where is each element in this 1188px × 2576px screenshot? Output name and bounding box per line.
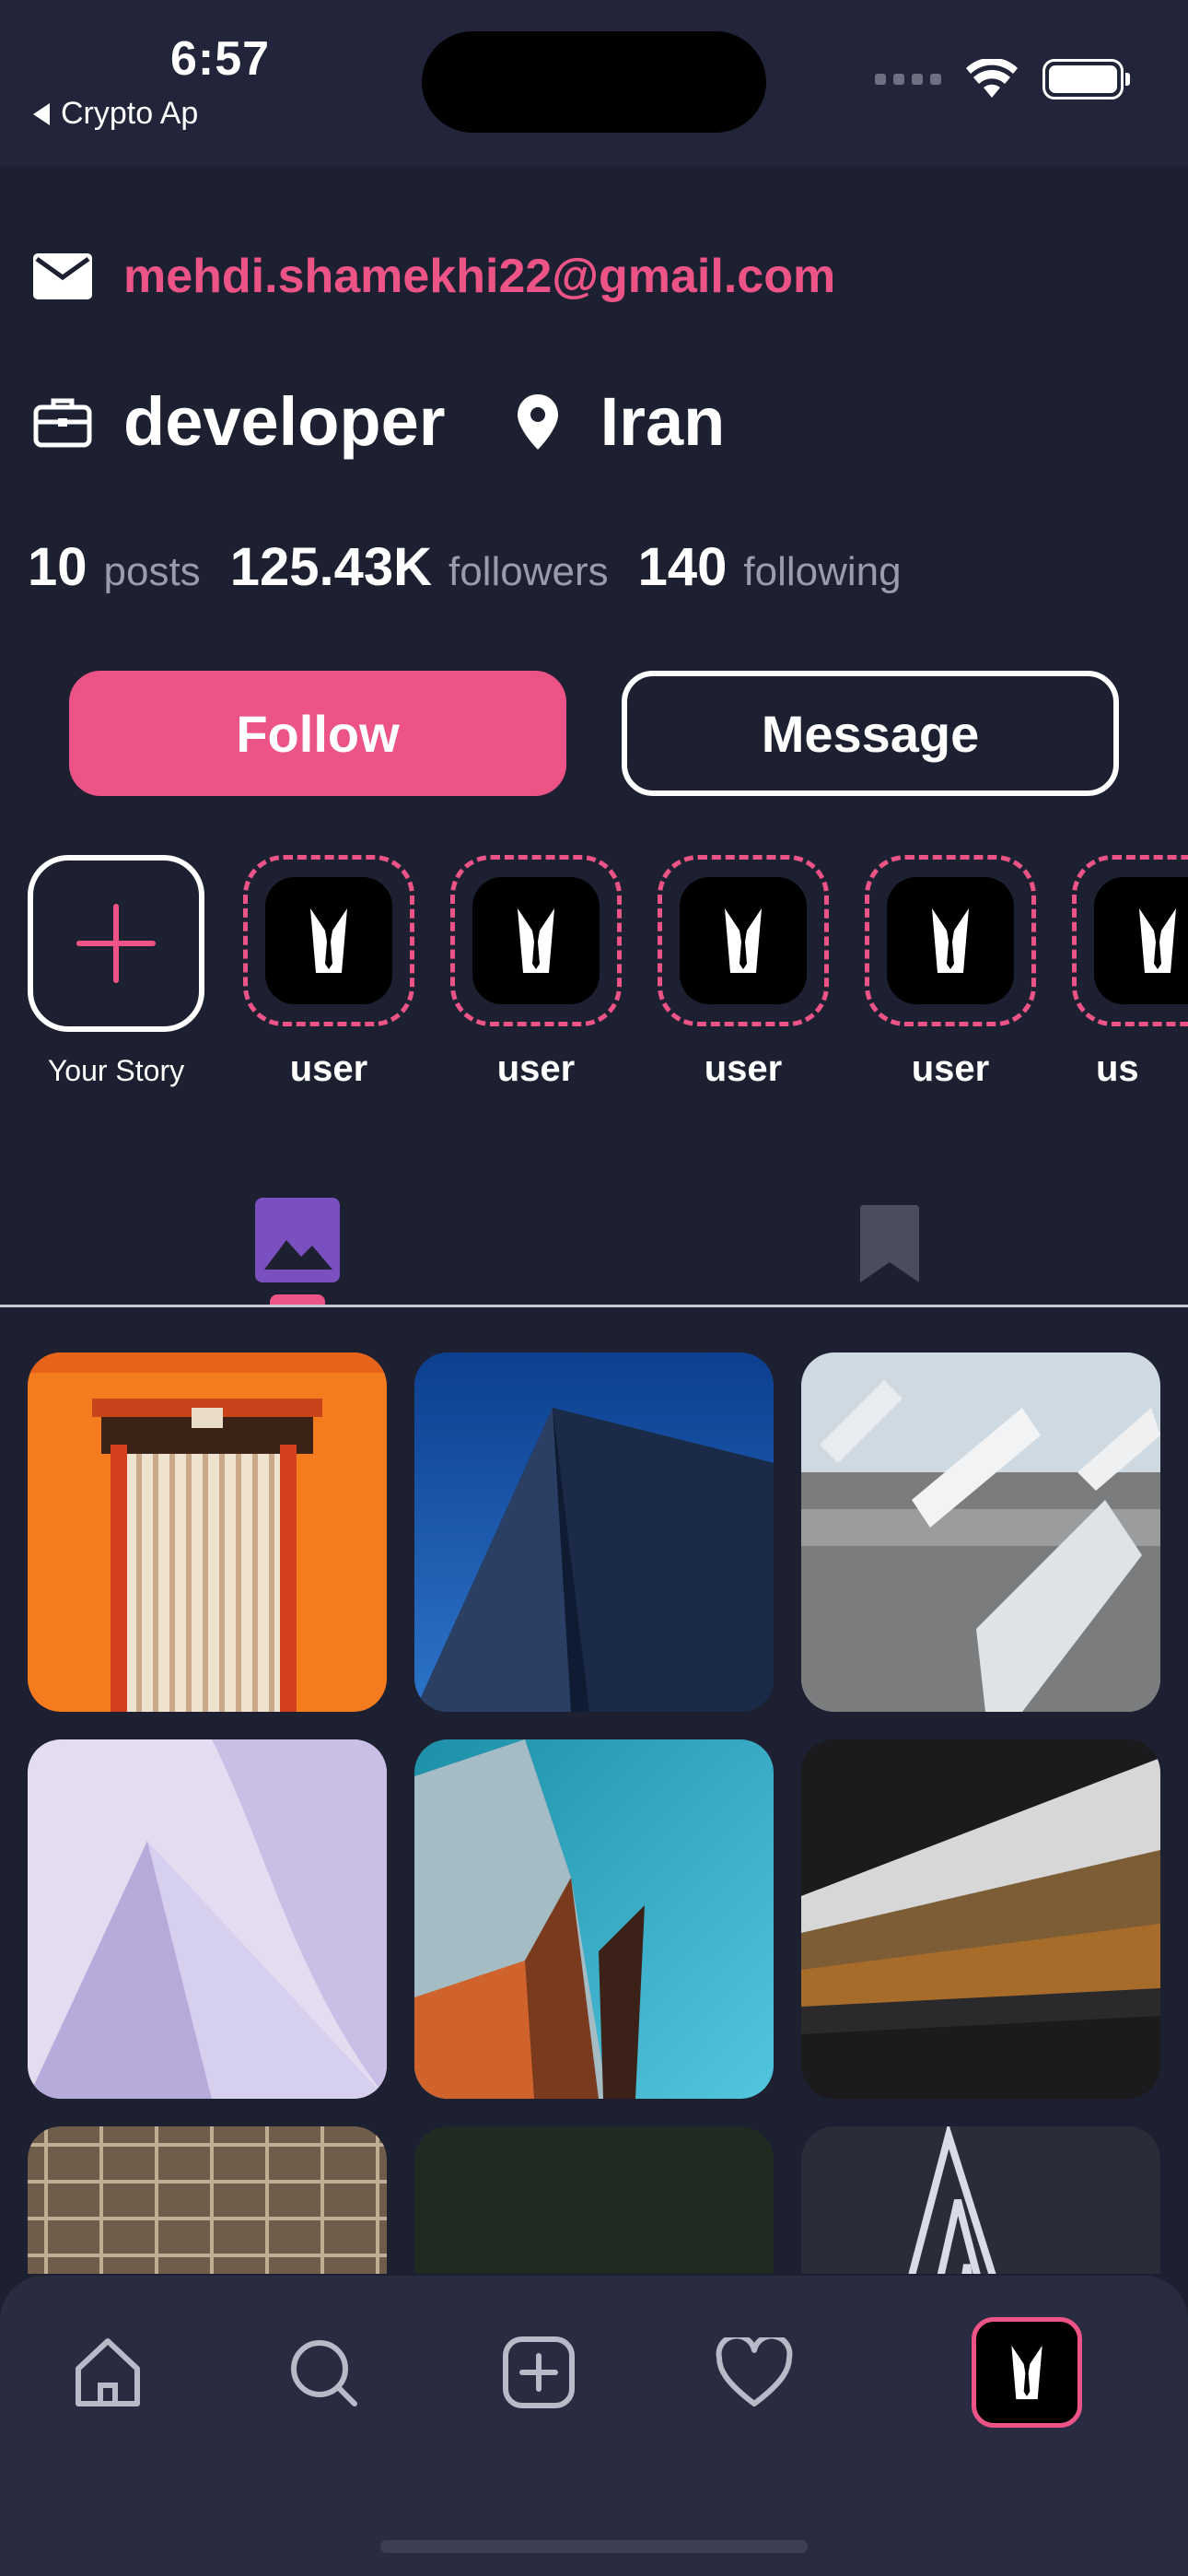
post-thumbnail[interactable] — [414, 1352, 774, 1712]
post-thumbnail[interactable] — [28, 1352, 387, 1712]
following-count[interactable]: 140 — [638, 536, 728, 598]
story-username: user — [911, 1048, 990, 1089]
back-to-app-link[interactable]: Crypto Ap — [33, 96, 198, 132]
story-item[interactable]: user — [863, 855, 1038, 1090]
status-time: 6:57 — [170, 32, 271, 86]
followers-label[interactable]: followers — [448, 549, 609, 595]
add-post-icon[interactable] — [497, 2331, 580, 2414]
tuxedo-avatar-icon — [472, 877, 600, 1004]
post-thumbnail[interactable] — [28, 1739, 387, 2099]
stories-row: Your Story user user user user us — [0, 855, 1188, 1095]
tuxedo-avatar-icon — [1011, 2345, 1042, 2400]
post-thumbnail[interactable] — [414, 1739, 774, 2099]
story-username: user — [704, 1048, 783, 1089]
post-thumbnail[interactable] — [801, 2126, 1160, 2274]
story-username: us — [1096, 1048, 1139, 1089]
status-icons — [875, 59, 1130, 100]
post-thumbnail[interactable] — [414, 2126, 774, 2274]
posts-count: 10 — [28, 537, 87, 597]
search-icon[interactable] — [282, 2331, 365, 2414]
home-icon[interactable] — [66, 2331, 149, 2414]
profile-stats: 10 posts 125.43K followers 140 following — [28, 536, 931, 598]
location-pin-icon — [517, 393, 558, 450]
post-thumbnail[interactable] — [801, 1739, 1160, 2099]
briefcase-icon — [33, 398, 92, 447]
your-story-label: Your Story — [47, 1054, 185, 1087]
status-bar: 6:57 Crypto Ap — [0, 0, 1188, 166]
home-indicator — [380, 2540, 808, 2553]
story-ring — [1072, 855, 1188, 1026]
story-ring — [450, 855, 622, 1026]
battery-icon — [1042, 59, 1130, 100]
story-item[interactable]: user — [656, 855, 831, 1090]
job-title: developer — [123, 383, 446, 460]
tuxedo-avatar-icon — [887, 877, 1014, 1004]
mail-icon — [33, 253, 92, 299]
follow-button[interactable]: Follow — [69, 671, 566, 796]
followers-count[interactable]: 125.43K — [230, 536, 432, 598]
dynamic-island — [422, 31, 766, 133]
email-link[interactable]: mehdi.shamekhi22@gmail.com — [123, 249, 835, 304]
following-label[interactable]: following — [743, 549, 901, 595]
story-ring — [658, 855, 829, 1026]
post-thumbnail[interactable] — [801, 1352, 1160, 1712]
back-arrow-icon — [33, 102, 50, 125]
tuxedo-avatar-icon — [680, 877, 807, 1004]
location-text: Iran — [600, 383, 726, 460]
story-ring — [865, 855, 1036, 1026]
wifi-icon — [966, 59, 1018, 98]
job-location-row: developer Iran — [33, 382, 725, 461]
content-tabs — [0, 1198, 1188, 1308]
bookmark-icon[interactable] — [860, 1205, 919, 1282]
story-item[interactable]: user — [241, 855, 416, 1090]
story-username: user — [289, 1048, 368, 1089]
story-item[interactable]: us — [1070, 855, 1188, 1090]
story-username: user — [496, 1048, 576, 1089]
tuxedo-avatar-icon — [1094, 877, 1188, 1004]
email-row: mehdi.shamekhi22@gmail.com — [33, 249, 835, 304]
posts-grid — [28, 1352, 1160, 2274]
profile-nav-avatar[interactable] — [972, 2317, 1082, 2428]
back-app-label: Crypto Ap — [61, 96, 199, 131]
cellular-signal-icon — [875, 74, 941, 85]
message-button[interactable]: Message — [622, 671, 1119, 796]
post-thumbnail[interactable] — [28, 2126, 387, 2274]
image-icon[interactable] — [255, 1198, 340, 1282]
tab-divider — [0, 1305, 1188, 1307]
tuxedo-avatar-icon — [265, 877, 392, 1004]
posts-label: posts — [103, 549, 201, 594]
heart-icon[interactable] — [713, 2331, 796, 2414]
add-story-button[interactable] — [28, 855, 204, 1032]
story-ring — [243, 855, 414, 1026]
plus-icon — [76, 904, 156, 983]
story-item[interactable]: user — [448, 855, 623, 1090]
